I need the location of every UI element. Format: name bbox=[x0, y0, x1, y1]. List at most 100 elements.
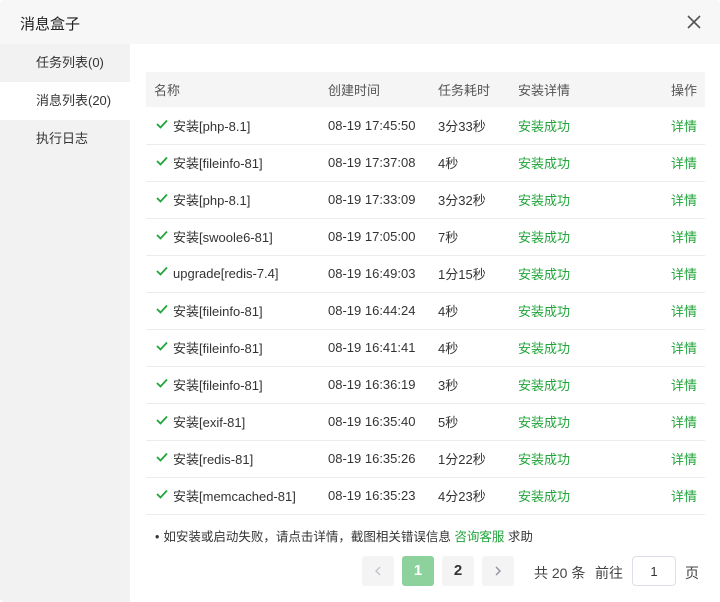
detail-link[interactable]: 详情 bbox=[671, 230, 697, 245]
task-name: 安装[swoole6-81] bbox=[173, 230, 273, 245]
install-status-cell: 安装成功 bbox=[518, 341, 571, 356]
task-name-cell: upgrade[redis-7.4] bbox=[146, 255, 320, 292]
detail-link[interactable]: 详情 bbox=[671, 378, 697, 393]
check-icon bbox=[156, 452, 168, 462]
sidebar-item-message-list[interactable]: 消息列表(20) bbox=[0, 82, 130, 120]
check-icon bbox=[156, 304, 168, 314]
operation-cell: 详情 bbox=[620, 440, 705, 477]
chevron-left-icon bbox=[375, 566, 381, 576]
duration-cell: 1分15秒 bbox=[438, 267, 486, 282]
pagination-page-unit: 页 bbox=[685, 565, 699, 581]
note-suffix: 求助 bbox=[507, 530, 533, 544]
operation-cell: 详情 bbox=[620, 255, 705, 292]
check-icon bbox=[156, 156, 168, 166]
task-name: 安装[memcached-81] bbox=[173, 489, 296, 504]
task-name: 安装[fileinfo-81] bbox=[173, 304, 263, 319]
pagination-total: 共 20 条 bbox=[534, 565, 586, 581]
table-row: 安装[php-8.1] 08-19 17:45:50 3分33秒 安装成功 详情 bbox=[146, 107, 705, 144]
install-status-cell: 安装成功 bbox=[518, 118, 571, 134]
task-name-cell: 安装[php-8.1] bbox=[146, 107, 320, 144]
message-table-container: 名称 创建时间 任务耗时 安装详情 操作 安装[php-8.1] 08-19 17… bbox=[146, 72, 705, 515]
next-page-button[interactable] bbox=[482, 556, 514, 586]
duration-cell: 3分32秒 bbox=[438, 193, 486, 208]
detail-link[interactable]: 详情 bbox=[671, 267, 697, 282]
sidebar-item-execution-log[interactable]: 执行日志 bbox=[0, 120, 130, 158]
note-text: 如安装或启动失败，请点击详情，截图相关错误信息 bbox=[163, 530, 451, 544]
page-1-button[interactable]: 1 bbox=[402, 556, 434, 586]
task-name-cell: 安装[swoole6-81] bbox=[146, 218, 320, 255]
prev-page-button[interactable] bbox=[362, 556, 394, 586]
table-row: 安装[redis-81] 08-19 16:35:26 1分22秒 安装成功 详情 bbox=[146, 440, 705, 477]
table-row: 安装[fileinfo-81] 08-19 16:36:19 3秒 安装成功 详情 bbox=[146, 366, 705, 403]
install-status-cell: 安装成功 bbox=[518, 193, 571, 208]
sidebar-item-task-list[interactable]: 任务列表(0) bbox=[0, 44, 130, 82]
operation-cell: 详情 bbox=[620, 181, 705, 218]
install-status-cell: 安装成功 bbox=[518, 267, 571, 282]
task-name-cell: 安装[memcached-81] bbox=[146, 477, 320, 514]
contact-support-label: 询客服 bbox=[466, 530, 505, 544]
install-status-cell: 安装成功 bbox=[518, 415, 571, 430]
check-icon bbox=[156, 230, 168, 240]
operation-cell: 详情 bbox=[620, 107, 705, 144]
dialog-header: 消息盒子 bbox=[0, 0, 720, 44]
task-name-cell: 安装[fileinfo-81] bbox=[146, 329, 320, 366]
page-2-button[interactable]: 2 bbox=[442, 556, 474, 586]
sidebar: 任务列表(0) 消息列表(20) 执行日志 bbox=[0, 44, 130, 602]
detail-link[interactable]: 详情 bbox=[671, 156, 697, 171]
created-time-cell: 08-19 16:35:23 bbox=[328, 488, 416, 503]
install-status-cell: 安装成功 bbox=[518, 304, 571, 319]
created-time-cell: 08-19 16:35:26 bbox=[328, 451, 416, 466]
operation-cell: 详情 bbox=[620, 218, 705, 255]
note-bullet: • bbox=[155, 530, 160, 544]
created-time-cell: 08-19 16:44:24 bbox=[328, 303, 416, 318]
table-header-row: 名称 创建时间 任务耗时 安装详情 操作 bbox=[146, 72, 705, 107]
detail-link[interactable]: 详情 bbox=[671, 304, 697, 319]
close-icon[interactable] bbox=[684, 12, 704, 32]
task-name: upgrade[redis-7.4] bbox=[173, 266, 279, 281]
duration-cell: 4秒 bbox=[438, 304, 459, 319]
install-status-cell: 安装成功 bbox=[518, 156, 571, 171]
check-icon bbox=[156, 415, 168, 425]
check-icon bbox=[156, 119, 168, 129]
operation-cell: 详情 bbox=[620, 477, 705, 514]
task-name: 安装[redis-81] bbox=[173, 452, 254, 467]
goto-page-input[interactable] bbox=[632, 556, 676, 586]
duration-cell: 4秒 bbox=[438, 341, 459, 356]
table-row: 安装[fileinfo-81] 08-19 16:44:24 4秒 安装成功 详情 bbox=[146, 292, 705, 329]
detail-link[interactable]: 详情 bbox=[671, 341, 697, 356]
check-icon bbox=[156, 489, 168, 499]
task-name-cell: 安装[fileinfo-81] bbox=[146, 366, 320, 403]
detail-link[interactable]: 详情 bbox=[671, 489, 697, 504]
task-name: 安装[exif-81] bbox=[173, 415, 246, 430]
message-box-dialog: 消息盒子 任务列表(0) 消息列表(20) 执行日志 名称 创建时间 任务耗时 … bbox=[0, 0, 720, 602]
operation-cell: 详情 bbox=[620, 144, 705, 181]
task-name-cell: 安装[fileinfo-81] bbox=[146, 144, 320, 181]
install-status-cell: 安装成功 bbox=[518, 230, 571, 245]
created-time-cell: 08-19 17:37:08 bbox=[328, 155, 416, 170]
detail-link[interactable]: 详情 bbox=[671, 452, 697, 467]
column-header-detail: 安装详情 bbox=[518, 83, 571, 98]
contact-support-link[interactable]: 咨询客服 bbox=[454, 530, 504, 544]
detail-link[interactable]: 详情 bbox=[671, 193, 697, 208]
operation-cell: 详情 bbox=[620, 292, 705, 329]
check-icon bbox=[156, 341, 168, 351]
created-time-cell: 08-19 16:36:19 bbox=[328, 377, 416, 392]
dialog-title: 消息盒子 bbox=[20, 16, 81, 33]
task-name-cell: 安装[php-8.1] bbox=[146, 181, 320, 218]
column-header-duration: 任务耗时 bbox=[438, 83, 491, 98]
duration-cell: 4秒 bbox=[438, 156, 459, 171]
table-row: 安装[php-8.1] 08-19 17:33:09 3分32秒 安装成功 详情 bbox=[146, 181, 705, 218]
check-icon bbox=[156, 266, 168, 276]
task-name-cell: 安装[exif-81] bbox=[146, 403, 320, 440]
task-name: 安装[fileinfo-81] bbox=[173, 156, 263, 171]
task-name: 安装[fileinfo-81] bbox=[173, 341, 263, 356]
pagination-goto-label: 前往 bbox=[595, 565, 623, 581]
duration-cell: 3秒 bbox=[438, 378, 459, 393]
duration-cell: 4分23秒 bbox=[438, 489, 486, 504]
chevron-right-icon bbox=[495, 566, 501, 576]
table-row: 安装[exif-81] 08-19 16:35:40 5秒 安装成功 详情 bbox=[146, 403, 705, 440]
detail-link[interactable]: 详情 bbox=[671, 119, 697, 134]
contact-support-prefix: 咨 bbox=[454, 530, 467, 544]
detail-link[interactable]: 详情 bbox=[671, 415, 697, 430]
install-status-cell: 安装成功 bbox=[518, 489, 571, 504]
